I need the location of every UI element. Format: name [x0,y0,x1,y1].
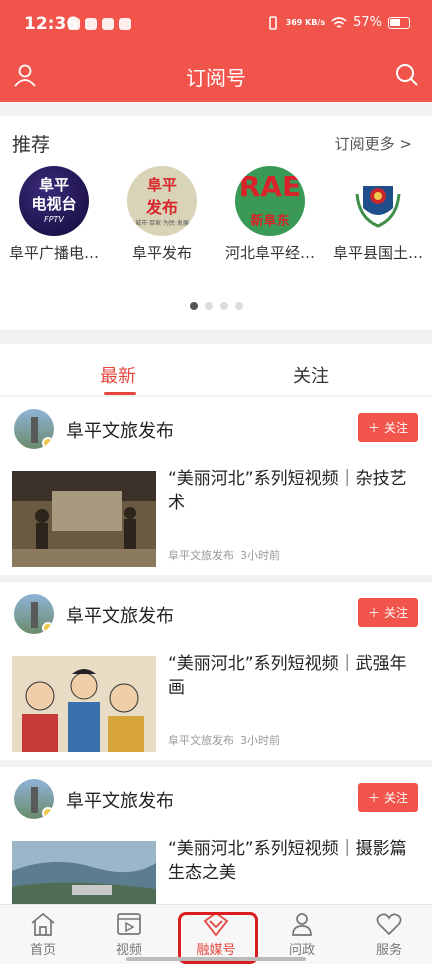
acrobatics-image [12,471,156,567]
article-meta: 阜平文旅发布 3小时前 [168,734,280,747]
wifi-icon [331,16,347,28]
recommend-item-name: 阜平广播电… [8,244,99,262]
recommend-title: 推荐 [12,134,51,156]
fuping-release-logo: 阜平 发布 城市·百家·为民·发展 [127,166,197,236]
recommend-item-name: 河北阜平经… [224,244,315,262]
article-title[interactable]: “美丽河北”系列短视频｜武强年画 [168,652,422,700]
land-resources-emblem [343,166,413,236]
feed-tabs: 最新 关注 [0,344,432,396]
battery-percent: 57% [353,15,382,30]
feed-card[interactable]: 阜平文旅发布 ＋关注 “美丽河北”系列短视频｜武强年画 阜平文旅发布 3小时前 [0,582,432,760]
nav-label: 首页 [29,943,56,958]
carousel-dot[interactable] [234,302,243,310]
article-title[interactable]: “美丽河北”系列短视频｜杂技艺术 [168,467,422,515]
verified-badge-icon [42,437,54,449]
search-icon[interactable] [394,62,420,88]
plus-icon: ＋ [367,606,380,620]
recommend-section: 推荐 订阅更多 > 阜平 电视台 FPTV 阜平广播电… 阜平 发布 城市·百家… [0,116,432,330]
nav-home[interactable]: 首页 [0,911,86,958]
verified-badge-icon [42,622,54,634]
nav-inquiry[interactable]: 问政 [259,911,345,958]
author-name[interactable]: 阜平文旅发布 [66,417,174,443]
article-title[interactable]: “美丽河北”系列短视频｜摄影篇生态之美 [168,837,422,885]
status-bar: 12:36 369 KB/s 57% [0,0,432,52]
app-notification-icon [119,18,131,30]
recommend-item[interactable]: RAE 新阜东 河北阜平经… [216,166,324,263]
tab-following[interactable]: 关注 [293,362,329,388]
article-thumbnail[interactable] [12,656,156,752]
status-right: 369 KB/s 57% [266,15,410,30]
rae-logo: RAE 新阜东 [235,166,305,236]
tab-active-underline [104,392,136,395]
nav-label: 服务 [375,943,402,958]
nav-label: 视频 [115,943,142,958]
nav-label: 问政 [288,943,315,958]
notification-icons [68,18,131,30]
verified-badge-icon [42,807,54,819]
author-name[interactable]: 阜平文旅发布 [66,787,174,813]
follow-button[interactable]: ＋关注 [358,783,418,812]
question-icon [292,913,312,936]
recommend-item[interactable]: 阜平县国土… [324,166,432,263]
follow-button[interactable]: ＋关注 [358,598,418,627]
feed-card[interactable]: 阜平文旅发布 ＋关注 “美丽河北”系列短视频｜杂技艺术 阜平文旅发布 3小时前 [0,397,432,575]
plus-icon: ＋ [367,421,380,435]
home-icon [31,912,55,936]
nav-video[interactable]: 视频 [86,911,172,958]
fptv-logo: 阜平 电视台 FPTV [19,166,89,236]
video-icon [117,913,141,935]
recommend-item-name: 阜平县国土… [332,244,423,262]
network-speed: 369 KB/s [285,17,326,27]
author-avatar[interactable] [14,409,54,449]
carousel-dot[interactable] [189,302,198,310]
page-title: 订阅号 [186,66,246,90]
article-meta: 阜平文旅发布 3小时前 [168,549,280,562]
vibrate-icon [268,15,277,30]
battery-icon [388,16,410,29]
author-avatar[interactable] [14,594,54,634]
emblem-icon [355,186,401,228]
plus-icon: ＋ [367,791,380,805]
author-avatar[interactable] [14,779,54,819]
heart-icon [376,913,402,936]
follow-button[interactable]: ＋关注 [358,413,418,442]
recommend-list: 阜平 电视台 FPTV 阜平广播电… 阜平 发布 城市·百家·为民·发展 阜平发… [0,166,432,286]
new-year-painting-image [12,656,156,752]
recommend-item[interactable]: 阜平 发布 城市·百家·为民·发展 阜平发布 [108,166,216,263]
mail-notification-icon [102,18,114,30]
recommend-item-name: 阜平发布 [131,244,192,262]
app-notification-icon [85,18,97,30]
recommend-item[interactable]: 阜平 电视台 FPTV 阜平广播电… [0,166,108,263]
tab-latest[interactable]: 最新 [100,362,136,388]
home-indicator [126,957,306,961]
app-notification-icon [68,18,80,30]
carousel-indicator [0,302,432,310]
subscribe-more-link[interactable]: 订阅更多 > [335,133,412,154]
carousel-dot[interactable] [219,302,228,310]
article-thumbnail[interactable] [12,471,156,567]
author-name[interactable]: 阜平文旅发布 [66,602,174,628]
nav-service[interactable]: 服务 [346,911,432,958]
carousel-dot[interactable] [204,302,213,310]
app-bar: 订阅号 [0,52,432,102]
